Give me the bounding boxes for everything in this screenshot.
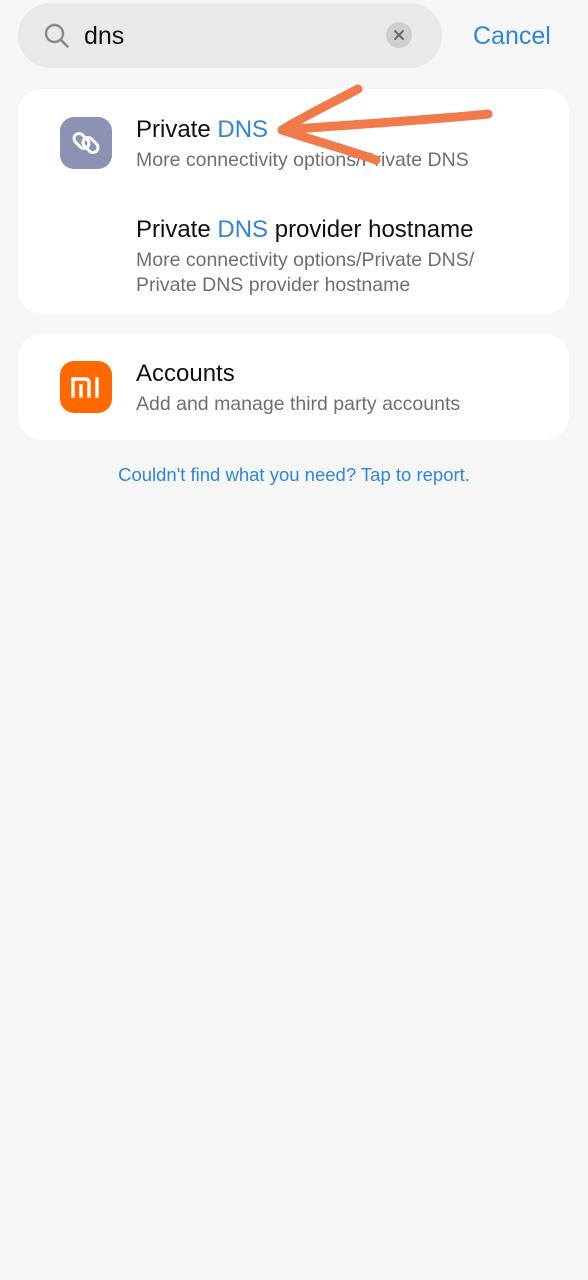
search-input[interactable]: dns [84,21,124,51]
result-item-accounts[interactable]: Accounts Add and manage third party acco… [18,334,569,440]
result-item-private-dns[interactable]: Private DNS More connectivity options/Pr… [18,89,569,195]
result-title: Private DNS provider hostname [136,216,474,243]
result-title: Accounts [136,360,235,387]
result-subtitle: Add and manage third party accounts [136,393,461,415]
results-card-accounts: Accounts Add and manage third party acco… [18,334,569,440]
mi-logo-icon [60,361,112,413]
result-subtitle: More connectivity options/Private DNS/ P… [136,249,475,296]
result-title: Private DNS [136,116,269,143]
result-item-private-dns-hostname[interactable]: Private DNS provider hostname More conne… [18,195,569,314]
link-icon [60,117,112,169]
result-subtitle: More connectivity options/Private DNS [136,149,469,171]
search-bar[interactable]: dns [18,3,442,68]
report-link[interactable]: Couldn't find what you need? Tap to repo… [0,463,588,487]
cancel-button[interactable]: Cancel [473,21,551,51]
clear-search-button[interactable] [386,22,412,48]
results-card-network: Private DNS More connectivity options/Pr… [18,89,569,314]
close-icon [394,30,404,40]
search-icon [44,23,69,48]
